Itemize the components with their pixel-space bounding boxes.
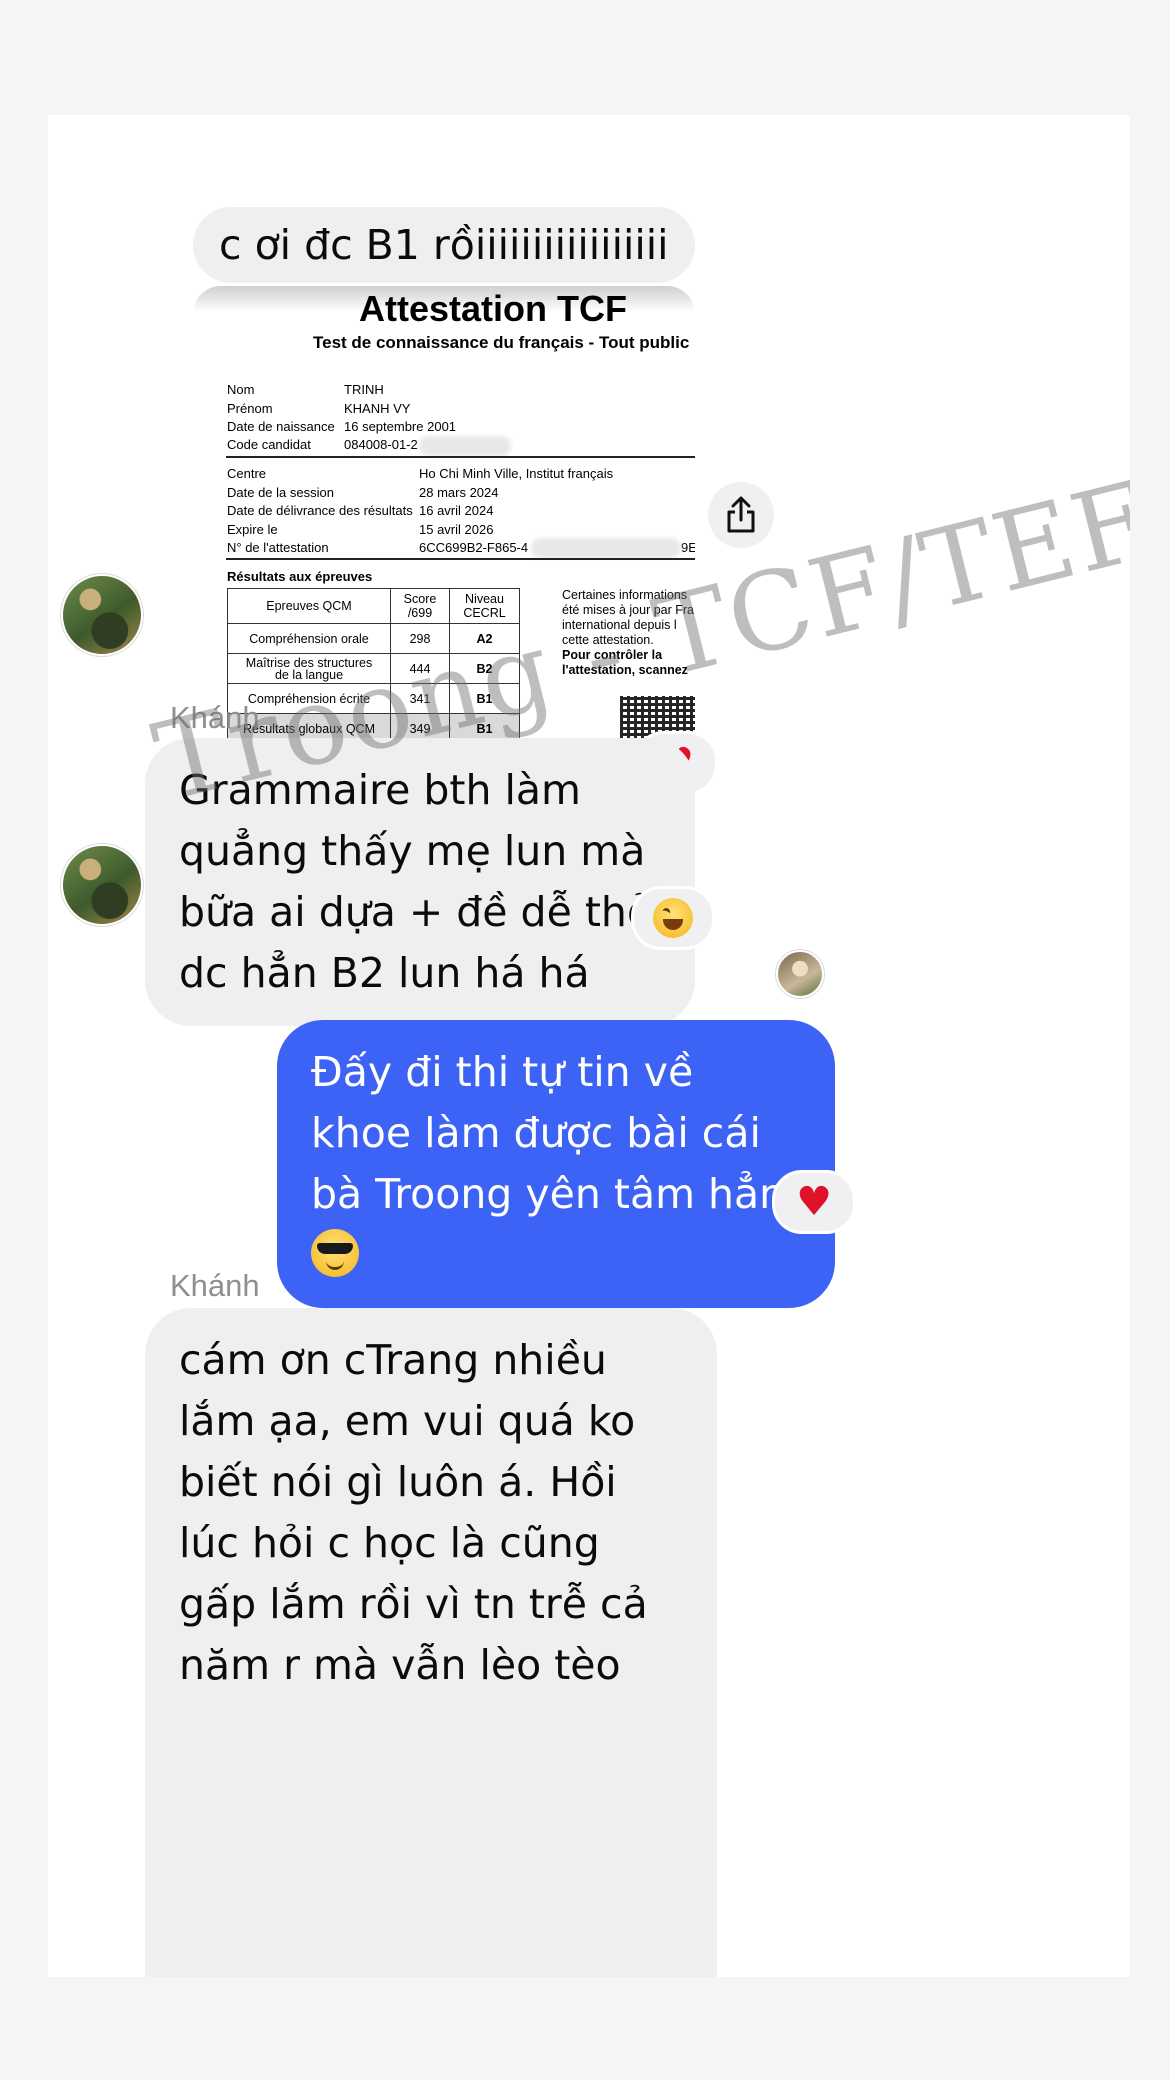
table-header: Score/699 <box>390 588 450 624</box>
label-nom: Nom <box>227 382 255 397</box>
table-cell: 444 <box>390 653 450 684</box>
heart-icon: ♥ <box>796 1179 832 1225</box>
message-text: Đấy đi thi tự tin về khoe làm được bài c… <box>311 1048 786 1218</box>
label-attestation-number: N° de l'attestation <box>227 540 329 555</box>
share-icon <box>727 496 755 533</box>
read-receipt-avatar <box>776 950 824 998</box>
label-code: Code candidat <box>227 437 311 452</box>
value-session: 28 mars 2024 <box>419 485 499 500</box>
sender-name: Khánh <box>170 700 260 735</box>
value-attestation-number-end: 9E <box>681 540 695 555</box>
message-text: Grammaire bth làm quẳng thấy mẹ lun mà b… <box>179 766 652 997</box>
table-cell: B1 <box>449 683 520 714</box>
label-delivery: Date de délivrance des résultats <box>227 503 413 518</box>
results-table: Epreuves QCM Score/699 Niveau CECRL Compr… <box>227 588 520 744</box>
message-bubble-incoming[interactable]: c ơi đc B1 rồiiiiiiiiiiiiiiiii <box>193 207 695 283</box>
label-prenom: Prénom <box>227 401 273 416</box>
sunglasses-emoji-icon <box>311 1229 359 1277</box>
message-bubble-incoming[interactable]: Grammaire bth làm quẳng thấy mẹ lun mà b… <box>145 738 695 1026</box>
table-cell: 298 <box>390 623 450 654</box>
attestation-subtitle: Test de connaissance du français - Tout … <box>313 333 690 352</box>
value-centre: Ho Chi Minh Ville, Institut français <box>419 466 614 481</box>
reaction-laugh[interactable] <box>631 886 715 950</box>
table-cell: Compréhension orale <box>227 623 391 654</box>
laughing-face-icon <box>653 898 693 938</box>
value-nom: TRINH <box>344 382 384 397</box>
value-expire: 15 avril 2026 <box>419 522 494 537</box>
label-session: Date de la session <box>227 485 334 500</box>
value-prenom: KHANH VY <box>344 401 411 416</box>
redaction-blur <box>419 436 511 456</box>
table-cell: Maîtrise des structures de la langue <box>227 653 391 684</box>
value-attestation-number: 6CC699B2-F865-4 <box>419 540 529 555</box>
value-code: 084008-01-2 <box>344 437 418 452</box>
results-heading: Résultats aux épreuves <box>227 569 373 584</box>
message-text: cám ơn cTrang nhiều lắm ạa, em vui quá k… <box>179 1336 648 1689</box>
sender-name: Khánh <box>170 1268 260 1303</box>
table-header: Epreuves QCM <box>227 588 391 624</box>
attestation-title: Attestation TCF <box>359 288 627 329</box>
label-dob: Date de naissance <box>227 419 335 434</box>
avatar[interactable] <box>61 844 143 926</box>
reaction-heart[interactable]: ♥ <box>772 1170 856 1234</box>
chat-thread[interactable]: c ơi đc B1 rồiiiiiiiiiiiiiiiii Attestati… <box>48 115 1130 1977</box>
attestation-note: Certaines informations été mises à jour … <box>562 588 694 677</box>
table-cell: 341 <box>390 683 450 714</box>
avatar[interactable] <box>61 574 143 656</box>
table-cell: A2 <box>449 623 520 654</box>
message-bubble-incoming[interactable]: cám ơn cTrang nhiều lắm ạa, em vui quá k… <box>145 1308 717 1977</box>
message-bubble-outgoing[interactable]: Đấy đi thi tự tin về khoe làm được bài c… <box>277 1020 835 1308</box>
divider <box>226 558 695 560</box>
message-text: c ơi đc B1 rồiiiiiiiiiiiiiiiii <box>219 221 669 269</box>
label-centre: Centre <box>227 466 267 481</box>
share-button[interactable] <box>708 482 774 548</box>
table-header: Niveau CECRL <box>449 588 520 624</box>
table-row: Compréhension orale 298 A2 <box>227 623 520 654</box>
table-row: Maîtrise des structures de la langue 444 … <box>227 653 520 684</box>
redaction-blur <box>531 538 681 558</box>
value-dob: 16 septembre 2001 <box>344 419 457 434</box>
divider <box>226 456 695 458</box>
attestation-image[interactable]: Attestation TCF Test de connaissance du … <box>193 286 695 786</box>
table-cell: B2 <box>449 653 520 684</box>
value-delivery: 16 avril 2024 <box>419 503 494 518</box>
table-row: Compréhension écrite 341 B1 <box>227 683 520 714</box>
label-expire: Expire le <box>227 522 278 537</box>
